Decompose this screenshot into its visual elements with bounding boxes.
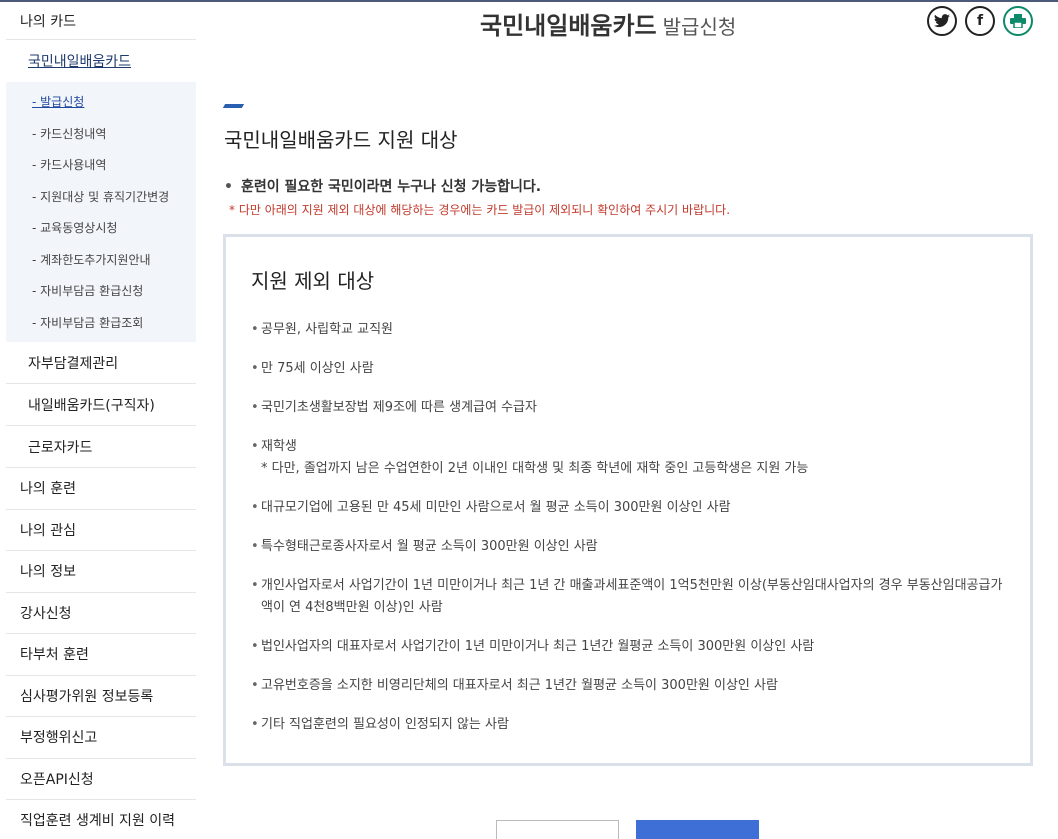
list-item: 공무원, 사립학교 교직원: [251, 319, 1011, 341]
notice-text: * 다만 아래의 지원 제외 대상에 해당하는 경우에는 카드 발급이 제외되니…: [229, 203, 731, 217]
sidebar-item-open-api[interactable]: 오픈API신청: [6, 759, 196, 800]
page-title-main: 국민내일배움카드: [480, 12, 657, 40]
sidebar-subitem-limit-info[interactable]: - 계좌한도추가지원안내: [6, 244, 196, 276]
print-icon[interactable]: [1003, 6, 1033, 36]
list-item: 법인사업자의 대표자로서 사업기간이 1년 미만이거나 최근 1년간 월평균 소…: [251, 636, 1011, 658]
section-accent: [222, 104, 245, 108]
section-title: 국민내일배움카드 지원 대상: [224, 128, 458, 152]
sidebar-item-worker-card[interactable]: 근로자카드: [6, 426, 196, 468]
sidebar-subsub-list: - 발급신청 - 카드신청내역 - 카드사용내역 - 지원대상 및 휴직기간변경…: [6, 82, 196, 342]
sidebar-subitem-apply[interactable]: - 발급신청: [6, 86, 196, 118]
sidebar-subitem-card-usage[interactable]: - 카드사용내역: [6, 149, 196, 181]
twitter-icon[interactable]: [927, 6, 957, 36]
sidebar-subitem-card-history[interactable]: - 카드신청내역: [6, 118, 196, 150]
list-item: 만 75세 이상인 사람: [251, 358, 1011, 380]
sidebar: 나의 카드 국민내일배움카드 - 발급신청 - 카드신청내역 - 카드사용내역 …: [6, 2, 196, 839]
exclusion-box: 지원 제외 대상 공무원, 사립학교 교직원 만 75세 이상인 사람 국민기초…: [223, 234, 1033, 766]
page-title-sub: 발급신청: [662, 15, 737, 39]
list-item: 개인사업자로서 사업기간이 1년 미만이거나 최근 1년 간 매출과세표준액이 …: [251, 575, 1011, 619]
sidebar-item-other-training[interactable]: 타부처 훈련: [6, 634, 196, 676]
facebook-icon[interactable]: f: [965, 6, 995, 36]
sidebar-item-my-info[interactable]: 나의 정보: [6, 551, 196, 593]
sidebar-item-instructor[interactable]: 강사신청: [6, 593, 196, 634]
sidebar-item-job-seeker-card[interactable]: 내일배움카드(구직자): [6, 384, 196, 426]
list-item: 고유번호증을 소지한 비영리단체의 대표자로서 최근 1년간 월평균 소득이 3…: [251, 675, 1011, 697]
main-bullet: 훈련이 필요한 국민이라면 누구나 신청 가능합니다.: [224, 176, 541, 196]
sidebar-subitem-eligibility-change[interactable]: - 지원대상 및 휴직기간변경: [6, 181, 196, 213]
social-share: f: [927, 6, 1033, 36]
list-item: 재학생 * 다만, 졸업까지 남은 수업연한이 2년 이내인 대학생 및 최종 …: [251, 436, 1011, 480]
exclusion-list: 공무원, 사립학교 교직원 만 75세 이상인 사람 국민기초생활보장법 제9조…: [251, 319, 1011, 753]
box-title: 지원 제외 대상: [251, 269, 375, 293]
list-item: 국민기초생활보장법 제9조에 따른 생계급여 수급자: [251, 397, 1011, 419]
list-item: 기타 직업훈련의 필요성이 인정되지 않는 사람: [251, 714, 1011, 736]
sidebar-item-my-training[interactable]: 나의 훈련: [6, 468, 196, 510]
list-item: 특수형태근로종사자로서 월 평균 소득이 300만원 이상인 사람: [251, 536, 1011, 558]
primary-button[interactable]: [636, 820, 759, 839]
sidebar-item-self-payment[interactable]: 자부담결제관리: [6, 342, 196, 384]
sidebar-item-fraud-report[interactable]: 부정행위신고: [6, 717, 196, 759]
sidebar-item-national-card[interactable]: 국민내일배움카드: [6, 40, 196, 82]
list-item: 대규모기업에 고용된 만 45세 미만인 사람으로서 월 평균 소득이 300만…: [251, 497, 1011, 519]
sidebar-item-my-card[interactable]: 나의 카드: [6, 2, 196, 40]
sidebar-subitem-refund-inquiry[interactable]: - 자비부담금 환급조회: [6, 307, 196, 339]
page-title: 국민내일배움카드 발급신청: [480, 6, 736, 41]
sidebar-subitem-education-video[interactable]: - 교육동영상시청: [6, 212, 196, 244]
secondary-button[interactable]: [496, 820, 619, 839]
sidebar-item-my-interest[interactable]: 나의 관심: [6, 510, 196, 551]
sidebar-subitem-refund-apply[interactable]: - 자비부담금 환급신청: [6, 275, 196, 307]
sidebar-item-living-cost[interactable]: 직업훈련 생계비 지원 이력: [6, 800, 196, 839]
sidebar-item-reviewer[interactable]: 심사평가위원 정보등록: [6, 676, 196, 717]
